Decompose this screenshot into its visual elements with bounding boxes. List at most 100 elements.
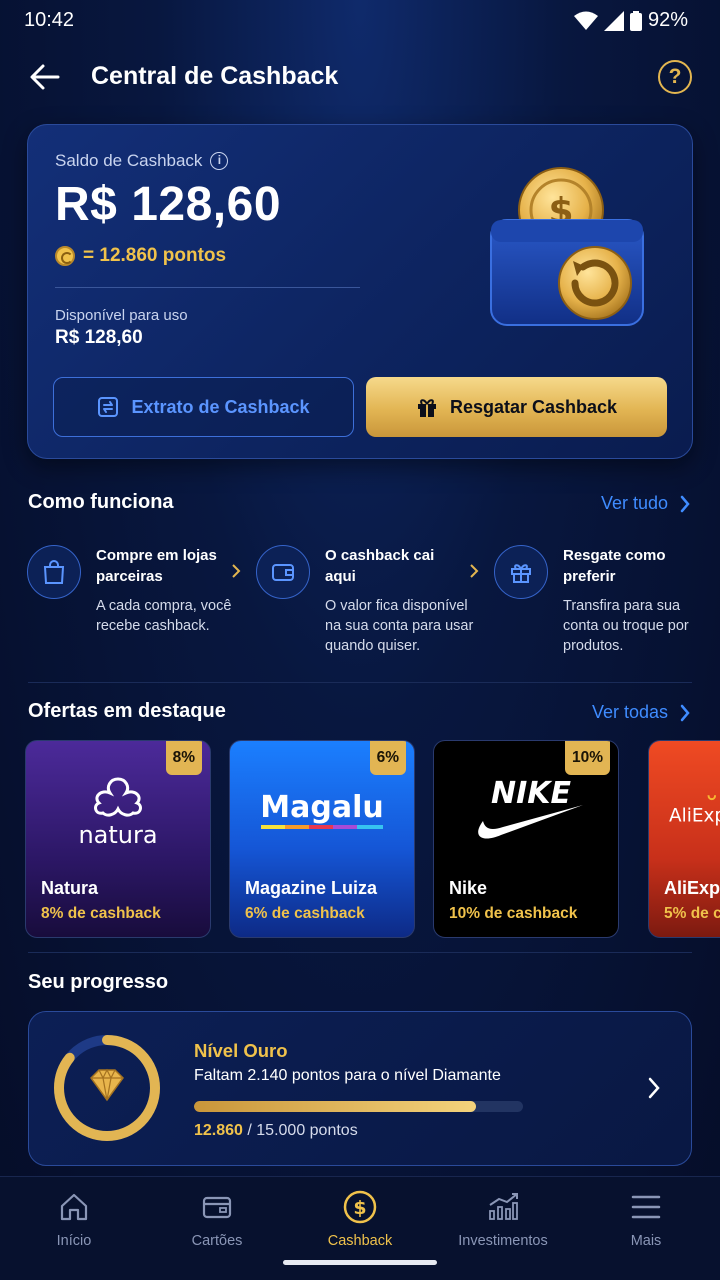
- nav-label: Mais: [630, 1233, 662, 1249]
- card-icon: [202, 1196, 232, 1219]
- natura-logo-text: natura: [78, 821, 157, 849]
- page-title: Central de Cashback: [91, 62, 339, 90]
- available-value: R$ 128,60: [55, 327, 143, 348]
- svg-text:$: $: [353, 1197, 366, 1219]
- status-time: 10:42: [24, 9, 75, 31]
- natura-logo: natura: [26, 771, 210, 851]
- nav-more[interactable]: Mais: [586, 1187, 706, 1249]
- wallet-coin-illustration: $: [490, 167, 644, 326]
- cashback-badge: 6%: [369, 741, 406, 775]
- chevron-right-icon: [232, 564, 241, 578]
- balance-label-row: Saldo de Cashback i: [55, 151, 229, 171]
- offer-card-magalu[interactable]: 6% Magalu Magazine Luiza 6% de cashback: [229, 740, 415, 938]
- divider: [55, 287, 360, 288]
- offer-name: Natura: [41, 878, 99, 898]
- section-divider: [28, 682, 692, 683]
- how-it-works-title: Como funciona: [28, 491, 174, 513]
- redeem-button-label: Resgatar Cashback: [449, 396, 618, 417]
- level-progress-fill: [194, 1101, 476, 1112]
- nav-label: Cashback: [327, 1233, 393, 1249]
- section-divider: [28, 952, 692, 953]
- offer-cashback: 8% de cashback: [41, 905, 161, 922]
- offer-name: Magazine Luiza: [245, 878, 378, 898]
- app-bar: Central de Cashback ?: [0, 50, 720, 104]
- back-arrow-icon[interactable]: [28, 62, 62, 92]
- points-value: = 12.860 pontos: [83, 245, 227, 266]
- diamond-icon: [90, 1069, 124, 1102]
- points-row: = 12.860 pontos: [55, 245, 226, 267]
- battery-icon: [629, 10, 642, 31]
- chart-icon: [489, 1193, 518, 1220]
- help-icon[interactable]: ?: [658, 60, 692, 94]
- aliexpress-logo: AliExpress: [649, 771, 720, 851]
- offers-title: Ofertas em destaque: [28, 700, 226, 722]
- level-progress-card[interactable]: Nível Ouro Faltam 2.140 pontos para o ní…: [28, 1011, 692, 1166]
- nav-label: Investimentos: [458, 1233, 548, 1249]
- nav-investments[interactable]: Investimentos: [443, 1187, 563, 1249]
- offer-name: Nike: [449, 878, 488, 898]
- cashback-icon: $: [343, 1190, 377, 1224]
- progress-title: Seu progresso: [28, 971, 169, 993]
- offer-name: AliExpress: [664, 878, 720, 898]
- wifi-icon: [573, 11, 598, 30]
- chevron-right-icon: [470, 564, 479, 578]
- step-title: O cashback cai aqui: [325, 547, 435, 585]
- home-indicator[interactable]: [283, 1260, 437, 1265]
- chevron-right-icon: [680, 495, 690, 512]
- chevron-right-icon: [680, 704, 690, 721]
- step-description: O valor fica disponível na sua conta par…: [325, 598, 474, 654]
- gift-icon: [417, 399, 436, 417]
- cashback-badge: 10%: [564, 741, 610, 775]
- cashback-balance-card: Saldo de Cashback i R$ 128,60 = 12.860 p…: [27, 124, 693, 459]
- status-bar: 10:42 92%: [0, 0, 720, 42]
- aliexpress-logo-text: AliExpress: [669, 806, 720, 827]
- nav-label: Cartões: [191, 1233, 243, 1249]
- points-coin-icon: [55, 246, 75, 266]
- offer-cashback: 10% de cashback: [449, 905, 578, 922]
- balance-label: Saldo de Cashback: [55, 151, 203, 170]
- signal-icon: [603, 10, 624, 31]
- level-progress-bar: [194, 1101, 523, 1112]
- shopping-bag-icon: [27, 545, 81, 599]
- nike-logo-text: NIKE: [491, 776, 572, 811]
- available-label: Disponível para uso: [55, 307, 188, 324]
- gift-icon: [494, 545, 548, 599]
- statement-button-label: Extrato de Cashback: [131, 396, 310, 417]
- nav-home[interactable]: Início: [14, 1187, 134, 1249]
- step-description: Transfira para sua conta ou troque por p…: [563, 598, 689, 654]
- offer-cashback: 6% de cashback: [245, 905, 365, 922]
- menu-icon: [631, 1195, 661, 1219]
- cashback-statement-button[interactable]: Extrato de Cashback: [53, 377, 354, 437]
- offer-cashback: 5% de cashback: [664, 905, 720, 922]
- see-all-offers-link[interactable]: Ver todas: [592, 702, 690, 723]
- offer-card-nike[interactable]: 10% NIKE Nike 10% de cashback: [433, 740, 619, 938]
- offer-card-aliexpress[interactable]: AliExpress AliExpress 5% de cashback: [648, 740, 720, 938]
- current-level: Nível Ouro: [194, 1040, 288, 1061]
- points-needed-text: Faltam 2.140 pontos para o nível Diamant…: [194, 1067, 501, 1084]
- see-all-how-label: Ver tudo: [600, 493, 668, 513]
- cashback-badge: 8%: [165, 741, 202, 775]
- step-title: Compre em lojas parceiras: [96, 547, 217, 585]
- level-progress-ring: [54, 1035, 160, 1141]
- home-icon: [60, 1193, 88, 1221]
- chevron-right-icon: [648, 1077, 660, 1099]
- redeem-cashback-button[interactable]: Resgatar Cashback: [366, 377, 667, 437]
- statement-icon: [98, 397, 119, 417]
- balance-amount: R$ 128,60: [55, 178, 282, 231]
- step-description: A cada compra, você recebe cashback.: [96, 598, 232, 634]
- nav-label: Início: [56, 1233, 92, 1249]
- battery-level: 92%: [647, 9, 688, 31]
- nike-logo: NIKE: [434, 771, 618, 851]
- info-icon[interactable]: i: [210, 152, 229, 170]
- magalu-logo: Magalu: [230, 771, 414, 851]
- nav-cashback[interactable]: $ Cashback: [300, 1187, 420, 1249]
- step-title: Resgate como preferir: [563, 547, 666, 585]
- wallet-icon: [256, 545, 310, 599]
- see-all-how-link[interactable]: Ver tudo: [601, 493, 690, 514]
- nav-cards[interactable]: Cartões: [157, 1187, 277, 1249]
- next-level-name: Diamante: [432, 1067, 501, 1084]
- points-progress-text: 12.860 / 15.000 pontos: [194, 1122, 358, 1139]
- offer-card-natura[interactable]: 8% natura Natura 8% de cashback: [25, 740, 211, 938]
- magalu-logo-text: Magalu: [260, 790, 383, 825]
- see-all-offers-label: Ver todas: [591, 702, 668, 722]
